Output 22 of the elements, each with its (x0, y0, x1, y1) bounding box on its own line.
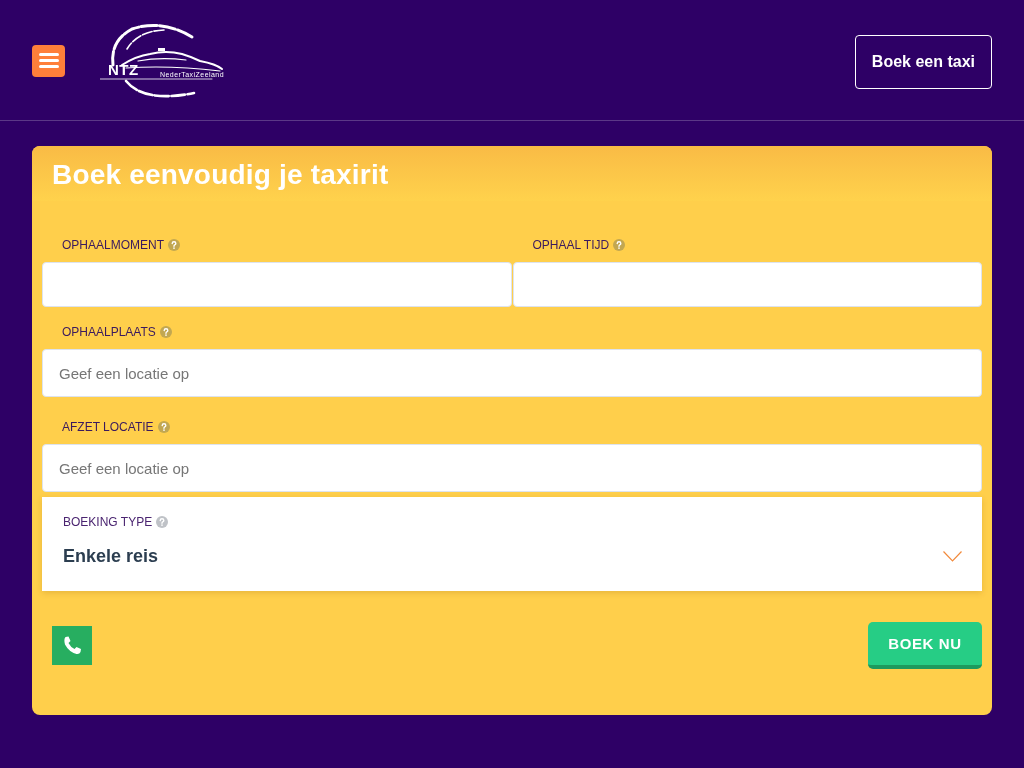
location-field[interactable]: Geef een locatie op (42, 349, 982, 397)
field-label: OPHAAL TIJD (532, 238, 610, 252)
form-title: Boek eenvoudig je taxirit (52, 158, 389, 191)
field-label: OPHAALMOMENT (62, 238, 164, 252)
field-label: BOEKING TYPE (63, 515, 153, 529)
logo-initials: NTZ (108, 61, 139, 78)
field-label: OPHAALPLAATS (62, 325, 156, 339)
menu-icon (38, 53, 59, 68)
help-icon (168, 239, 180, 251)
chevron-down-icon (943, 550, 962, 562)
location-field[interactable]: Geef een locatie op (42, 444, 982, 492)
field-label: AFZET LOCATIE (62, 420, 154, 434)
menu-button[interactable] (32, 44, 65, 77)
help-icon (613, 239, 626, 251)
input-field[interactable] (512, 262, 982, 307)
help-icon (159, 326, 172, 338)
input-field[interactable] (42, 262, 512, 307)
booking-type-select[interactable]: Enkele reis (63, 543, 962, 569)
help-icon (156, 516, 169, 528)
help-icon (157, 421, 170, 433)
phone-icon[interactable] (52, 626, 92, 665)
book-taxi-button[interactable]: Boek een taxi (854, 34, 992, 89)
